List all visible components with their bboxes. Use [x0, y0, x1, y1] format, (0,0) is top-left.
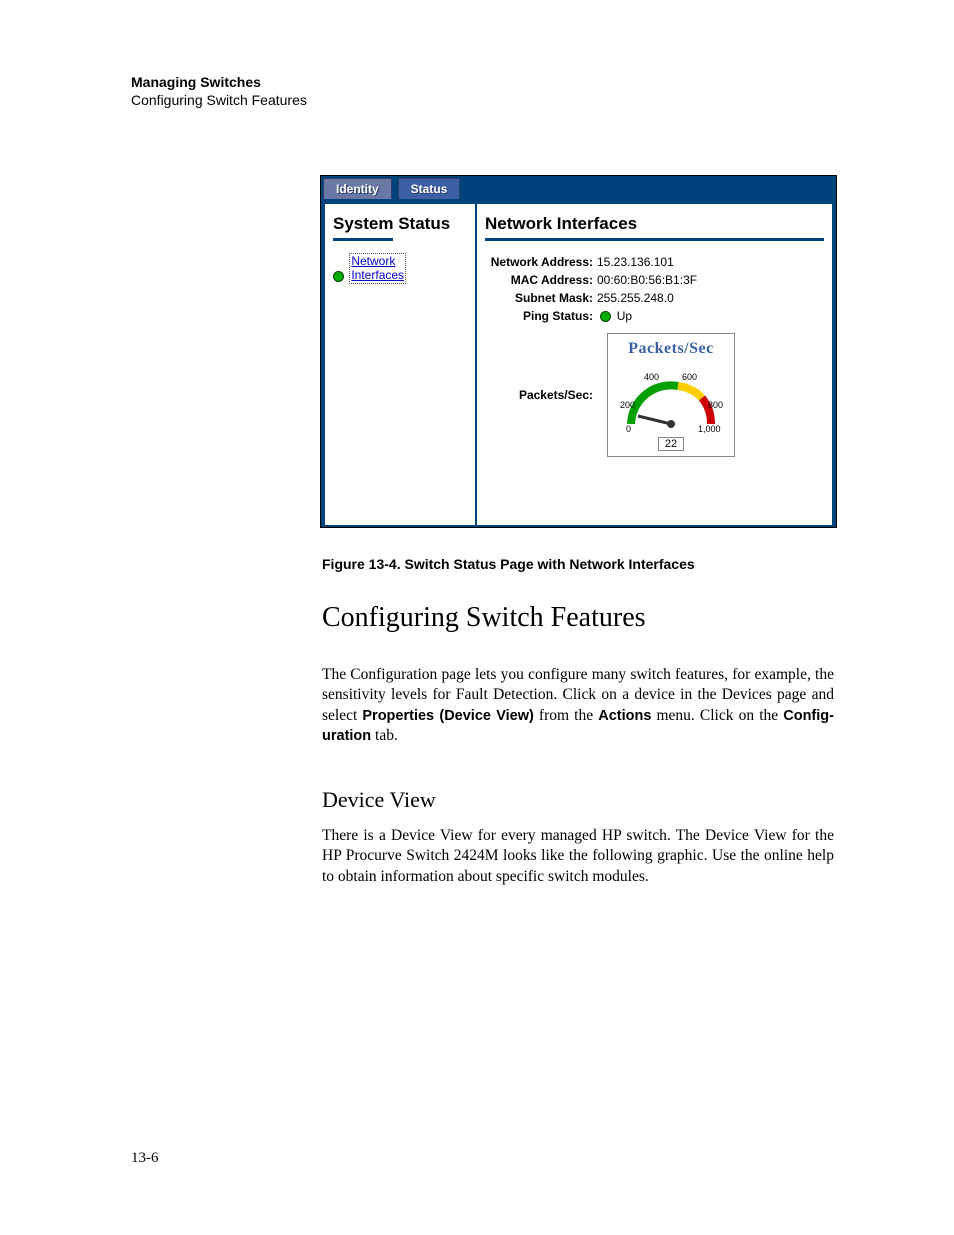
running-header: Managing Switches Configuring Switch Fea… [131, 73, 307, 109]
network-address-label: Network Address: [485, 253, 593, 271]
status-dot-icon [333, 271, 344, 282]
figure-screenshot: Identity Status System Status Network In… [320, 175, 837, 528]
p1-t4: tab. [371, 727, 398, 744]
title-rule [485, 238, 824, 241]
link-line2: Interfaces [351, 268, 404, 282]
row-ping-status: Ping Status: Up [485, 307, 824, 325]
tick-400: 400 [644, 372, 659, 382]
left-panel: System Status Network Interfaces [325, 204, 475, 525]
subsection-heading: Device View [322, 787, 436, 813]
ping-status-value: Up [600, 309, 632, 323]
mac-address-value: 00:60:B0:56:B1:3F [597, 273, 697, 287]
network-interfaces-link[interactable]: Network Interfaces [349, 253, 406, 284]
p1-t3: menu. Click on the [651, 707, 783, 724]
row-subnet-mask: Subnet Mask: 255.255.248.0 [485, 289, 824, 307]
network-interfaces-title: Network Interfaces [485, 214, 824, 234]
gauge-section: Packets/Sec: Packets/Sec [485, 333, 824, 457]
system-status-title: System Status [333, 214, 467, 234]
paragraph-device-view: There is a Device View for every managed… [322, 826, 834, 887]
tick-800: 800 [708, 400, 723, 410]
row-network-address: Network Address: 15.23.136.101 [485, 253, 824, 271]
tab-identity[interactable]: Identity [323, 178, 392, 199]
page-number: 13-6 [131, 1150, 159, 1167]
mac-address-label: MAC Address: [485, 271, 593, 289]
p1-b1: Properties (Device View) [362, 708, 533, 724]
gauge-icon: 0 200 400 600 800 1,000 [616, 364, 726, 434]
gauge-title: Packets/Sec [616, 340, 726, 358]
figure-number: Figure 13-4. [322, 556, 404, 572]
tick-1000: 1,000 [698, 424, 721, 434]
section-heading: Configuring Switch Features [322, 602, 646, 634]
title-rule [333, 238, 393, 241]
subnet-mask-label: Subnet Mask: [485, 289, 593, 307]
sidebar-item-network-interfaces[interactable]: Network Interfaces [333, 253, 467, 284]
gauge-label: Packets/Sec: [485, 388, 593, 402]
gauge-box: Packets/Sec 0 200 [607, 333, 735, 457]
row-mac-address: MAC Address: 00:60:B0:56:B1:3F [485, 271, 824, 289]
link-line1: Network [351, 254, 395, 268]
tick-200: 200 [620, 400, 635, 410]
figure-caption-text: Switch Status Page with Network Interfac… [404, 556, 694, 572]
header-subtitle: Configuring Switch Features [131, 91, 307, 109]
tick-600: 600 [682, 372, 697, 382]
right-panel: Network Interfaces Network Address: 15.23… [477, 204, 832, 525]
gauge-value: 22 [658, 437, 684, 451]
ping-status-text: Up [617, 309, 632, 323]
subnet-mask-value: 255.255.248.0 [597, 291, 674, 305]
header-title: Managing Switches [131, 73, 307, 91]
tab-status[interactable]: Status [398, 178, 461, 199]
figure-caption: Figure 13-4. Switch Status Page with Net… [322, 556, 695, 572]
p1-b2: Actions [598, 708, 651, 724]
p2-t1: There is a Device View for every managed… [322, 827, 834, 885]
gauge-row: Packets/Sec: Packets/Sec [485, 333, 824, 457]
tab-bar: Identity Status [321, 176, 836, 204]
page: Managing Switches Configuring Switch Fea… [0, 0, 954, 1235]
tick-0: 0 [626, 424, 631, 434]
network-address-value: 15.23.136.101 [597, 255, 674, 269]
p1-t2: from the [534, 707, 598, 724]
ping-status-label: Ping Status: [485, 307, 593, 325]
paragraph-config: The Configuration page lets you configur… [322, 665, 834, 747]
panel-row: System Status Network Interfaces Network… [321, 204, 836, 529]
status-dot-icon [600, 311, 611, 322]
